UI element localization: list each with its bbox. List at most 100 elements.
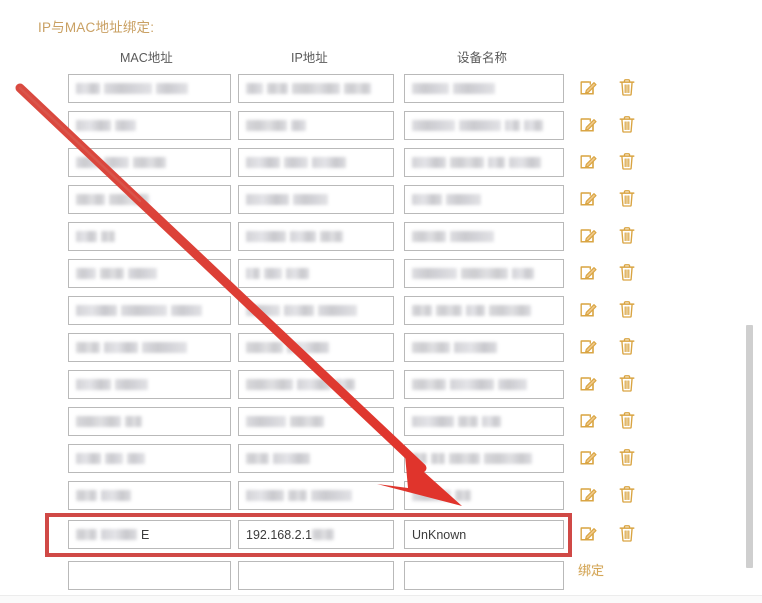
cell-device-input[interactable] (404, 185, 564, 214)
table-row (0, 444, 762, 481)
redacted-text (489, 305, 531, 316)
cell-device-input[interactable] (404, 561, 564, 590)
cell-mac-input[interactable] (68, 333, 231, 362)
delete-icon[interactable] (617, 410, 639, 432)
cell-mac-input[interactable] (68, 222, 231, 251)
cell-mac-input[interactable] (68, 481, 231, 510)
redacted-text (290, 231, 316, 242)
cell-ip-input[interactable] (238, 111, 394, 140)
cell-device-input[interactable] (404, 222, 564, 251)
cell-ip-input[interactable] (238, 444, 394, 473)
edit-icon[interactable] (578, 77, 600, 99)
redacted-text (482, 416, 501, 427)
delete-icon[interactable] (617, 484, 639, 506)
scrollbar-thumb[interactable] (746, 325, 753, 568)
redacted-text (267, 83, 288, 94)
edit-icon[interactable] (578, 151, 600, 173)
redacted-text (312, 157, 346, 168)
cell-ip-input[interactable] (238, 481, 394, 510)
cell-device-input[interactable]: UnKnown (404, 520, 564, 549)
redacted-text (101, 490, 131, 501)
row-actions (578, 225, 658, 249)
cell-device-input[interactable] (404, 111, 564, 140)
delete-icon[interactable] (617, 225, 639, 247)
column-header-ip: IP地址 (291, 51, 328, 65)
cell-mac-input[interactable] (68, 185, 231, 214)
table-row (0, 185, 762, 222)
cell-mac-input[interactable] (68, 148, 231, 177)
delete-icon[interactable] (617, 151, 639, 173)
edit-icon[interactable] (578, 262, 600, 284)
edit-icon[interactable] (578, 447, 600, 469)
cell-ip-input[interactable] (238, 561, 394, 590)
redacted-text (76, 120, 111, 131)
cell-device-input[interactable] (404, 296, 564, 325)
delete-icon[interactable] (617, 262, 639, 284)
delete-icon[interactable] (617, 114, 639, 136)
edit-icon[interactable] (578, 336, 600, 358)
cell-device-input[interactable] (404, 407, 564, 436)
cell-mac-input[interactable]: E (68, 520, 231, 549)
delete-icon[interactable] (617, 373, 639, 395)
cell-mac-input[interactable] (68, 296, 231, 325)
cell-mac-input[interactable] (68, 561, 231, 590)
edit-icon[interactable] (578, 523, 600, 545)
cell-device-input[interactable] (404, 481, 564, 510)
cell-ip-input[interactable] (238, 296, 394, 325)
cell-ip-input[interactable] (238, 148, 394, 177)
redacted-text (512, 268, 534, 279)
cell-ip-input[interactable] (238, 333, 394, 362)
redacted-text (459, 120, 501, 131)
cell-device-input[interactable] (404, 444, 564, 473)
redacted-text (156, 83, 188, 94)
cell-ip-input[interactable] (238, 370, 394, 399)
redacted-text (312, 529, 335, 540)
delete-icon[interactable] (617, 336, 639, 358)
cell-device-input[interactable] (404, 333, 564, 362)
redacted-text (76, 268, 96, 279)
delete-icon[interactable] (617, 299, 639, 321)
redacted-text (115, 120, 136, 131)
delete-icon[interactable] (617, 188, 639, 210)
table-row (0, 148, 762, 185)
cell-mac-input[interactable] (68, 111, 231, 140)
cell-device-input[interactable] (404, 148, 564, 177)
cell-mac-input[interactable] (68, 74, 231, 103)
edit-icon[interactable] (578, 188, 600, 210)
table-row (0, 333, 762, 370)
cell-ip-input[interactable]: 192.168.2.1 (238, 520, 394, 549)
redacted-text (335, 379, 355, 390)
edit-icon[interactable] (578, 114, 600, 136)
delete-icon[interactable] (617, 523, 639, 545)
redacted-text (412, 453, 427, 464)
redacted-text (287, 342, 329, 353)
cell-device-input[interactable] (404, 370, 564, 399)
edit-icon[interactable] (578, 225, 600, 247)
cell-device-input[interactable] (404, 74, 564, 103)
cell-mac-input[interactable] (68, 444, 231, 473)
ip-mac-binding-table: MAC地址 IP地址 设备名称 E 192.168.2.1 UnKnown (0, 0, 762, 603)
cell-ip-input[interactable] (238, 407, 394, 436)
edit-icon[interactable] (578, 410, 600, 432)
edit-icon[interactable] (578, 299, 600, 321)
scrollbar-track[interactable] (746, 0, 758, 603)
redacted-text (76, 379, 111, 390)
redacted-text (455, 490, 471, 501)
cell-ip-input[interactable] (238, 222, 394, 251)
row-actions (578, 484, 658, 508)
cell-mac-input[interactable] (68, 259, 231, 288)
cell-mac-input[interactable] (68, 407, 231, 436)
delete-icon[interactable] (617, 77, 639, 99)
cell-ip-input[interactable] (238, 74, 394, 103)
cell-ip-input[interactable] (238, 185, 394, 214)
cell-device-input[interactable] (404, 259, 564, 288)
redacted-text (453, 83, 495, 94)
cell-ip-input[interactable] (238, 259, 394, 288)
edit-icon[interactable] (578, 373, 600, 395)
delete-icon[interactable] (617, 447, 639, 469)
page-bottom-edge (0, 595, 762, 603)
redacted-text (125, 416, 142, 427)
cell-mac-input[interactable] (68, 370, 231, 399)
bind-button[interactable]: 绑定 (578, 560, 604, 579)
edit-icon[interactable] (578, 484, 600, 506)
